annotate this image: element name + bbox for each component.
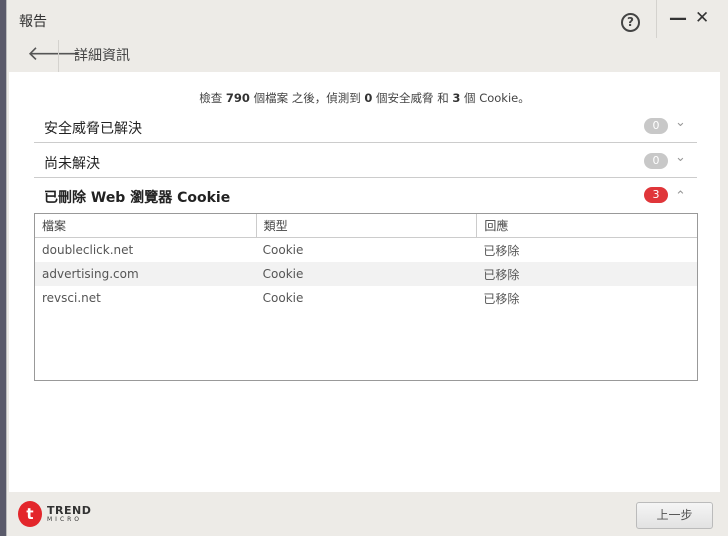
page-subtitle: 詳細資訊	[74, 48, 130, 64]
logo-text: TREND	[47, 504, 92, 517]
count-badge: 3	[644, 187, 668, 203]
cell-response: 已移除	[483, 291, 520, 306]
previous-step-button[interactable]: 上一步	[636, 502, 713, 529]
window-title: 報告	[19, 14, 47, 30]
cell-response: 已移除	[483, 267, 520, 282]
trend-micro-logo: t TREND MICRO	[18, 501, 91, 527]
summary-text: 個檔案 之後，偵測到	[249, 91, 365, 105]
table-row[interactable]: advertising.com Cookie 已移除	[35, 262, 697, 286]
divider	[656, 0, 657, 38]
section-deleted-cookies[interactable]: 已刪除 Web 瀏覽器 Cookie 3 ⌃	[34, 178, 697, 212]
report-window: 報告 ? — ✕ 🡐 詳細資訊 檢查 790 個檔案 之後，偵測到 0 個安全威…	[6, 0, 728, 536]
section-label: 已刪除 Web 瀏覽器 Cookie	[44, 190, 231, 206]
logo-text: MICRO	[47, 516, 83, 523]
count-badge: 0	[644, 118, 668, 134]
summary-text: 個 Cookie。	[460, 91, 530, 105]
divider	[58, 40, 59, 72]
cell-file: revsci.net	[42, 291, 101, 305]
cell-file: doubleclick.net	[42, 243, 134, 257]
section-label: 安全威脅已解決	[44, 121, 142, 137]
table-row[interactable]: revsci.net Cookie 已移除	[35, 286, 697, 310]
section-resolved-threats[interactable]: 安全威脅已解決 0 ⌄	[34, 109, 697, 143]
files-count: 790	[225, 91, 250, 105]
table-row[interactable]: doubleclick.net Cookie 已移除	[35, 238, 697, 262]
cell-type: Cookie	[262, 291, 304, 305]
table-header: 檔案 類型 回應	[35, 214, 697, 238]
cell-file: advertising.com	[42, 267, 139, 281]
section-unresolved[interactable]: 尚未解決 0 ⌄	[34, 144, 697, 178]
cell-type: Cookie	[262, 267, 304, 281]
summary-text: 個安全威脅 和	[372, 91, 453, 105]
chevron-down-icon[interactable]: ⌄	[675, 150, 686, 165]
close-button[interactable]: ✕	[695, 8, 709, 28]
logo-icon: t	[18, 501, 42, 527]
cookies-table: 檔案 類型 回應 doubleclick.net Cookie 已移除 adve…	[34, 213, 698, 381]
column-header-response[interactable]: 回應	[476, 214, 697, 237]
details-panel: 檢查 790 個檔案 之後，偵測到 0 個安全威脅 和 3 個 Cookie。 …	[9, 72, 720, 492]
column-header-type[interactable]: 類型	[255, 214, 477, 237]
scan-summary: 檢查 790 個檔案 之後，偵測到 0 個安全威脅 和 3 個 Cookie。	[9, 90, 720, 106]
back-arrow-icon[interactable]: 🡐	[27, 41, 81, 65]
section-label: 尚未解決	[44, 156, 100, 172]
summary-text: 檢查	[199, 91, 226, 105]
count-badge: 0	[644, 153, 668, 169]
chevron-down-icon[interactable]: ⌄	[675, 115, 686, 130]
chevron-up-icon[interactable]: ⌃	[675, 189, 686, 204]
cell-response: 已移除	[483, 243, 520, 258]
cell-type: Cookie	[262, 243, 304, 257]
column-header-file[interactable]: 檔案	[35, 214, 256, 237]
minimize-button[interactable]: —	[669, 8, 687, 29]
help-icon[interactable]: ?	[621, 13, 640, 32]
